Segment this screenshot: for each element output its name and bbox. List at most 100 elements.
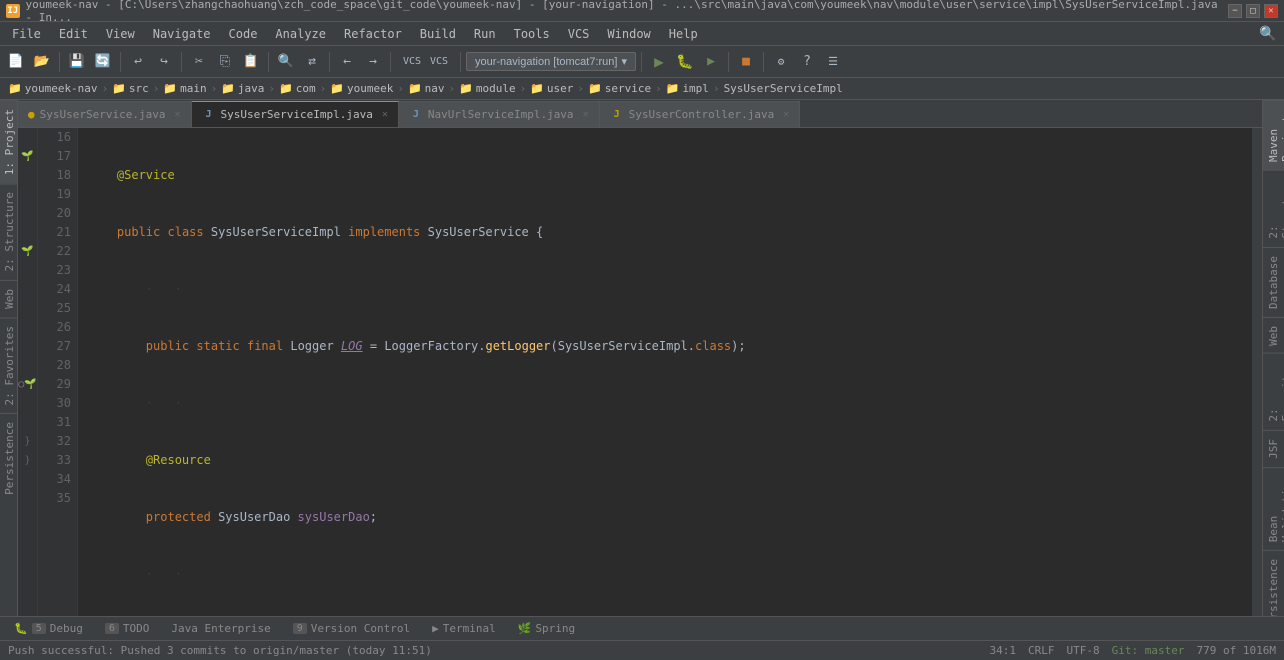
bc-service[interactable]: 📁 service: [588, 82, 651, 95]
persistence-right-tab[interactable]: Persistence: [1263, 550, 1284, 616]
tab-close-3[interactable]: ✕: [583, 109, 589, 120]
bc-youmeek[interactable]: 📁 youmeek: [330, 82, 393, 95]
menu-help[interactable]: Help: [661, 25, 706, 43]
tab-close-1[interactable]: ✕: [174, 109, 180, 120]
bc-impl[interactable]: 📁 impl: [666, 82, 709, 95]
bc-src-icon: 📁: [112, 82, 126, 95]
forward-button[interactable]: →: [361, 50, 385, 74]
bc-root[interactable]: 📁 youmeek-nav: [8, 82, 98, 95]
replace-button[interactable]: ⇄: [300, 50, 324, 74]
minimize-button[interactable]: −: [1228, 4, 1242, 18]
tab-sysuser-service-impl[interactable]: J SysUserServiceImpl.java ✕: [192, 101, 399, 127]
back-button[interactable]: ←: [335, 50, 359, 74]
run-config-dropdown[interactable]: your-navigation [tomcat7:run] ▾: [466, 52, 636, 71]
right-scroll-indicator: [1252, 128, 1262, 616]
debug-button[interactable]: 🐛: [673, 50, 697, 74]
menu-code[interactable]: Code: [221, 25, 266, 43]
tab-sysuser-controller[interactable]: J SysUserController.java ✕: [600, 101, 801, 127]
extra-button[interactable]: ☰: [821, 50, 845, 74]
code-line-17: public class SysUserServiceImpl implemen…: [88, 223, 1242, 242]
search-everywhere-button[interactable]: 🔍: [1256, 22, 1280, 46]
tab-close-4[interactable]: ✕: [783, 109, 789, 120]
undo-button[interactable]: ↩: [126, 50, 150, 74]
favorites-panel-tab[interactable]: 2: Favorites: [0, 317, 17, 413]
close-button[interactable]: ✕: [1264, 4, 1278, 18]
menu-tools[interactable]: Tools: [506, 25, 558, 43]
menu-refactor[interactable]: Refactor: [336, 25, 410, 43]
code-line-23: · ·: [88, 565, 1242, 584]
gutter-32: }: [18, 432, 37, 451]
run-button[interactable]: ▶: [647, 50, 671, 74]
menu-window[interactable]: Window: [599, 25, 658, 43]
tab-icon-4: J: [610, 108, 624, 122]
settings-button[interactable]: ⚙: [769, 50, 793, 74]
vcs-button2[interactable]: VCS: [427, 50, 451, 74]
jsf-tab[interactable]: JSF: [1263, 430, 1284, 467]
terminal-tab[interactable]: ▶ Terminal: [422, 620, 506, 637]
redo-button[interactable]: ↪: [152, 50, 176, 74]
toolbar-separator-6: [390, 52, 391, 72]
save-all-button[interactable]: 💾: [65, 50, 89, 74]
todo-bottom-tab[interactable]: 6 TODO: [95, 620, 160, 637]
stop-button[interactable]: ■: [734, 50, 758, 74]
vcs-button1[interactable]: VCS: [400, 50, 424, 74]
code-line-21: @Resource: [88, 451, 1242, 470]
find-button[interactable]: 🔍: [274, 50, 298, 74]
structure-panel-tab[interactable]: 2: Structure: [0, 183, 17, 279]
web-right-tab[interactable]: Web: [1263, 317, 1284, 354]
paste-button[interactable]: 📋: [239, 50, 263, 74]
bc-java[interactable]: 📁 java: [221, 82, 264, 95]
gutter-22: 🌱: [18, 242, 37, 261]
menu-run[interactable]: Run: [466, 25, 504, 43]
bc-src-label: src: [129, 82, 149, 95]
toolbar-separator-3: [181, 52, 182, 72]
tab-label-2: SysUserServiceImpl.java: [221, 108, 373, 121]
fold-icon-32[interactable]: }: [24, 432, 30, 451]
code-line-19: public static final Logger LOG = LoggerF…: [88, 337, 1242, 356]
maven-projects-tab[interactable]: Maven Projects: [1263, 100, 1284, 170]
help-button[interactable]: ?: [795, 50, 819, 74]
copy-button[interactable]: ⎘: [213, 50, 237, 74]
toolbar-separator-2: [120, 52, 121, 72]
tab-sysuser-service[interactable]: ● SysUserService.java ✕: [18, 101, 192, 127]
bc-class[interactable]: SysUserServiceImpl: [724, 82, 843, 95]
menu-file[interactable]: File: [4, 25, 49, 43]
bc-nav[interactable]: 📁 nav: [408, 82, 445, 95]
fold-icon-33[interactable]: }: [24, 451, 30, 470]
new-file-button[interactable]: 📄: [4, 50, 28, 74]
bc-main[interactable]: 📁 main: [163, 82, 206, 95]
version-control-tab[interactable]: 9 Version Control: [283, 620, 420, 637]
project-panel-tab[interactable]: 1: Project: [0, 100, 17, 183]
gutter-30: [18, 394, 37, 413]
tab-navurl-service-impl[interactable]: J NavUrlServiceImpl.java ✕: [399, 101, 600, 127]
menu-navigate[interactable]: Navigate: [145, 25, 219, 43]
structure-right-tab[interactable]: 2: Structure: [1263, 170, 1284, 247]
sync-button[interactable]: 🔄: [91, 50, 115, 74]
debug-bottom-tab[interactable]: 🐛 5 Debug: [4, 620, 93, 637]
menu-vcs[interactable]: VCS: [560, 25, 598, 43]
favorites-right-tab[interactable]: 2: Favorites: [1263, 353, 1284, 430]
bc-module[interactable]: 📁 module: [459, 82, 515, 95]
menu-view[interactable]: View: [98, 25, 143, 43]
open-button[interactable]: 📂: [30, 50, 54, 74]
menu-edit[interactable]: Edit: [51, 25, 96, 43]
git-branch: Git: master: [1112, 644, 1185, 657]
tab-close-2[interactable]: ✕: [382, 109, 388, 120]
coverage-button[interactable]: ▶: [699, 50, 723, 74]
charset: UTF-8: [1067, 644, 1100, 657]
ln-21: 21: [38, 223, 71, 242]
spring-tab[interactable]: 🌿 Spring: [508, 620, 585, 637]
maximize-button[interactable]: □: [1246, 4, 1260, 18]
web-panel-tab[interactable]: Web: [0, 280, 17, 317]
menu-analyze[interactable]: Analyze: [267, 25, 334, 43]
java-enterprise-tab[interactable]: Java Enterprise: [161, 620, 280, 637]
bc-com[interactable]: 📁 com: [279, 82, 316, 95]
bc-user[interactable]: 📁 user: [530, 82, 573, 95]
menu-build[interactable]: Build: [412, 25, 464, 43]
database-tab[interactable]: Database: [1263, 247, 1284, 317]
bc-src[interactable]: 📁 src: [112, 82, 149, 95]
bean-validation-tab[interactable]: Bean Validation: [1263, 467, 1284, 550]
persistence-panel-tab[interactable]: Persistence: [0, 413, 17, 503]
code-editor[interactable]: 🌱 🌱 ○ 🌱: [18, 128, 1262, 616]
cut-button[interactable]: ✂: [187, 50, 211, 74]
